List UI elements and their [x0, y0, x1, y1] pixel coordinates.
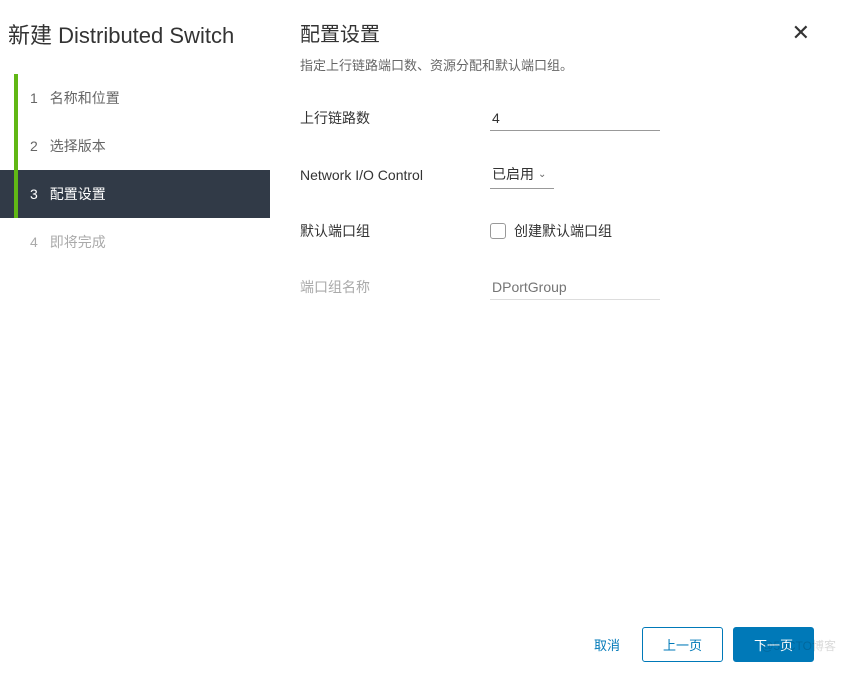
- default-portgroup-row: 默认端口组 创建默认端口组: [300, 217, 814, 245]
- wizard-sidebar: 新建 Distributed Switch 1 名称和位置 2 选择版本 3 配…: [0, 0, 270, 682]
- nioc-select[interactable]: 已启用 ⌄: [490, 160, 554, 189]
- wizard-step-select-version[interactable]: 2 选择版本: [0, 122, 270, 170]
- wizard-step-ready-complete: 4 即将完成: [0, 218, 270, 266]
- uplinks-row: 上行链路数: [300, 104, 814, 132]
- nioc-row: Network I/O Control 已启用 ⌄: [300, 160, 814, 189]
- wizard-step-configure-settings[interactable]: 3 配置设置: [0, 170, 270, 218]
- step-label: 配置设置: [50, 184, 106, 204]
- step-number: 3: [30, 186, 38, 202]
- close-button[interactable]: ✕: [788, 18, 814, 48]
- step-label: 即将完成: [50, 232, 106, 252]
- default-portgroup-label: 默认端口组: [300, 221, 490, 241]
- wizard-step-name-location[interactable]: 1 名称和位置: [0, 74, 270, 122]
- step-indicator: [14, 74, 18, 122]
- portgroup-name-input: [490, 275, 660, 300]
- wizard-title: 新建 Distributed Switch: [0, 8, 270, 74]
- checkbox-icon: [490, 223, 506, 239]
- back-button[interactable]: 上一页: [642, 627, 723, 662]
- next-button[interactable]: 下一页: [733, 627, 814, 662]
- config-form: 上行链路数 Network I/O Control 已启用 ⌄ 默认端口组 创建…: [300, 104, 814, 617]
- page-title: 配置设置: [300, 18, 573, 47]
- nioc-label: Network I/O Control: [300, 167, 490, 183]
- step-number: 4: [30, 234, 38, 250]
- wizard-main-panel: 配置设置 指定上行链路端口数、资源分配和默认端口组。 ✕ 上行链路数 Netwo…: [270, 0, 844, 682]
- nioc-value: 已启用: [492, 164, 534, 184]
- portgroup-name-label: 端口组名称: [300, 277, 490, 297]
- checkbox-label: 创建默认端口组: [514, 221, 612, 241]
- step-number: 2: [30, 138, 38, 154]
- step-label: 选择版本: [50, 136, 106, 156]
- step-label: 名称和位置: [50, 88, 120, 108]
- uplinks-input[interactable]: [490, 106, 660, 131]
- step-indicator: [14, 122, 18, 170]
- uplinks-label: 上行链路数: [300, 108, 490, 128]
- step-indicator: [14, 170, 18, 218]
- main-header: 配置设置 指定上行链路端口数、资源分配和默认端口组。 ✕: [300, 18, 814, 104]
- portgroup-name-row: 端口组名称: [300, 273, 814, 301]
- page-subtitle: 指定上行链路端口数、资源分配和默认端口组。: [300, 55, 573, 74]
- cancel-button[interactable]: 取消: [582, 627, 632, 662]
- create-default-portgroup-checkbox[interactable]: 创建默认端口组: [490, 221, 612, 241]
- chevron-down-icon: ⌄: [538, 169, 546, 180]
- wizard-footer: 取消 上一页 下一页: [300, 617, 814, 662]
- step-number: 1: [30, 90, 38, 106]
- close-icon: ✕: [792, 20, 810, 45]
